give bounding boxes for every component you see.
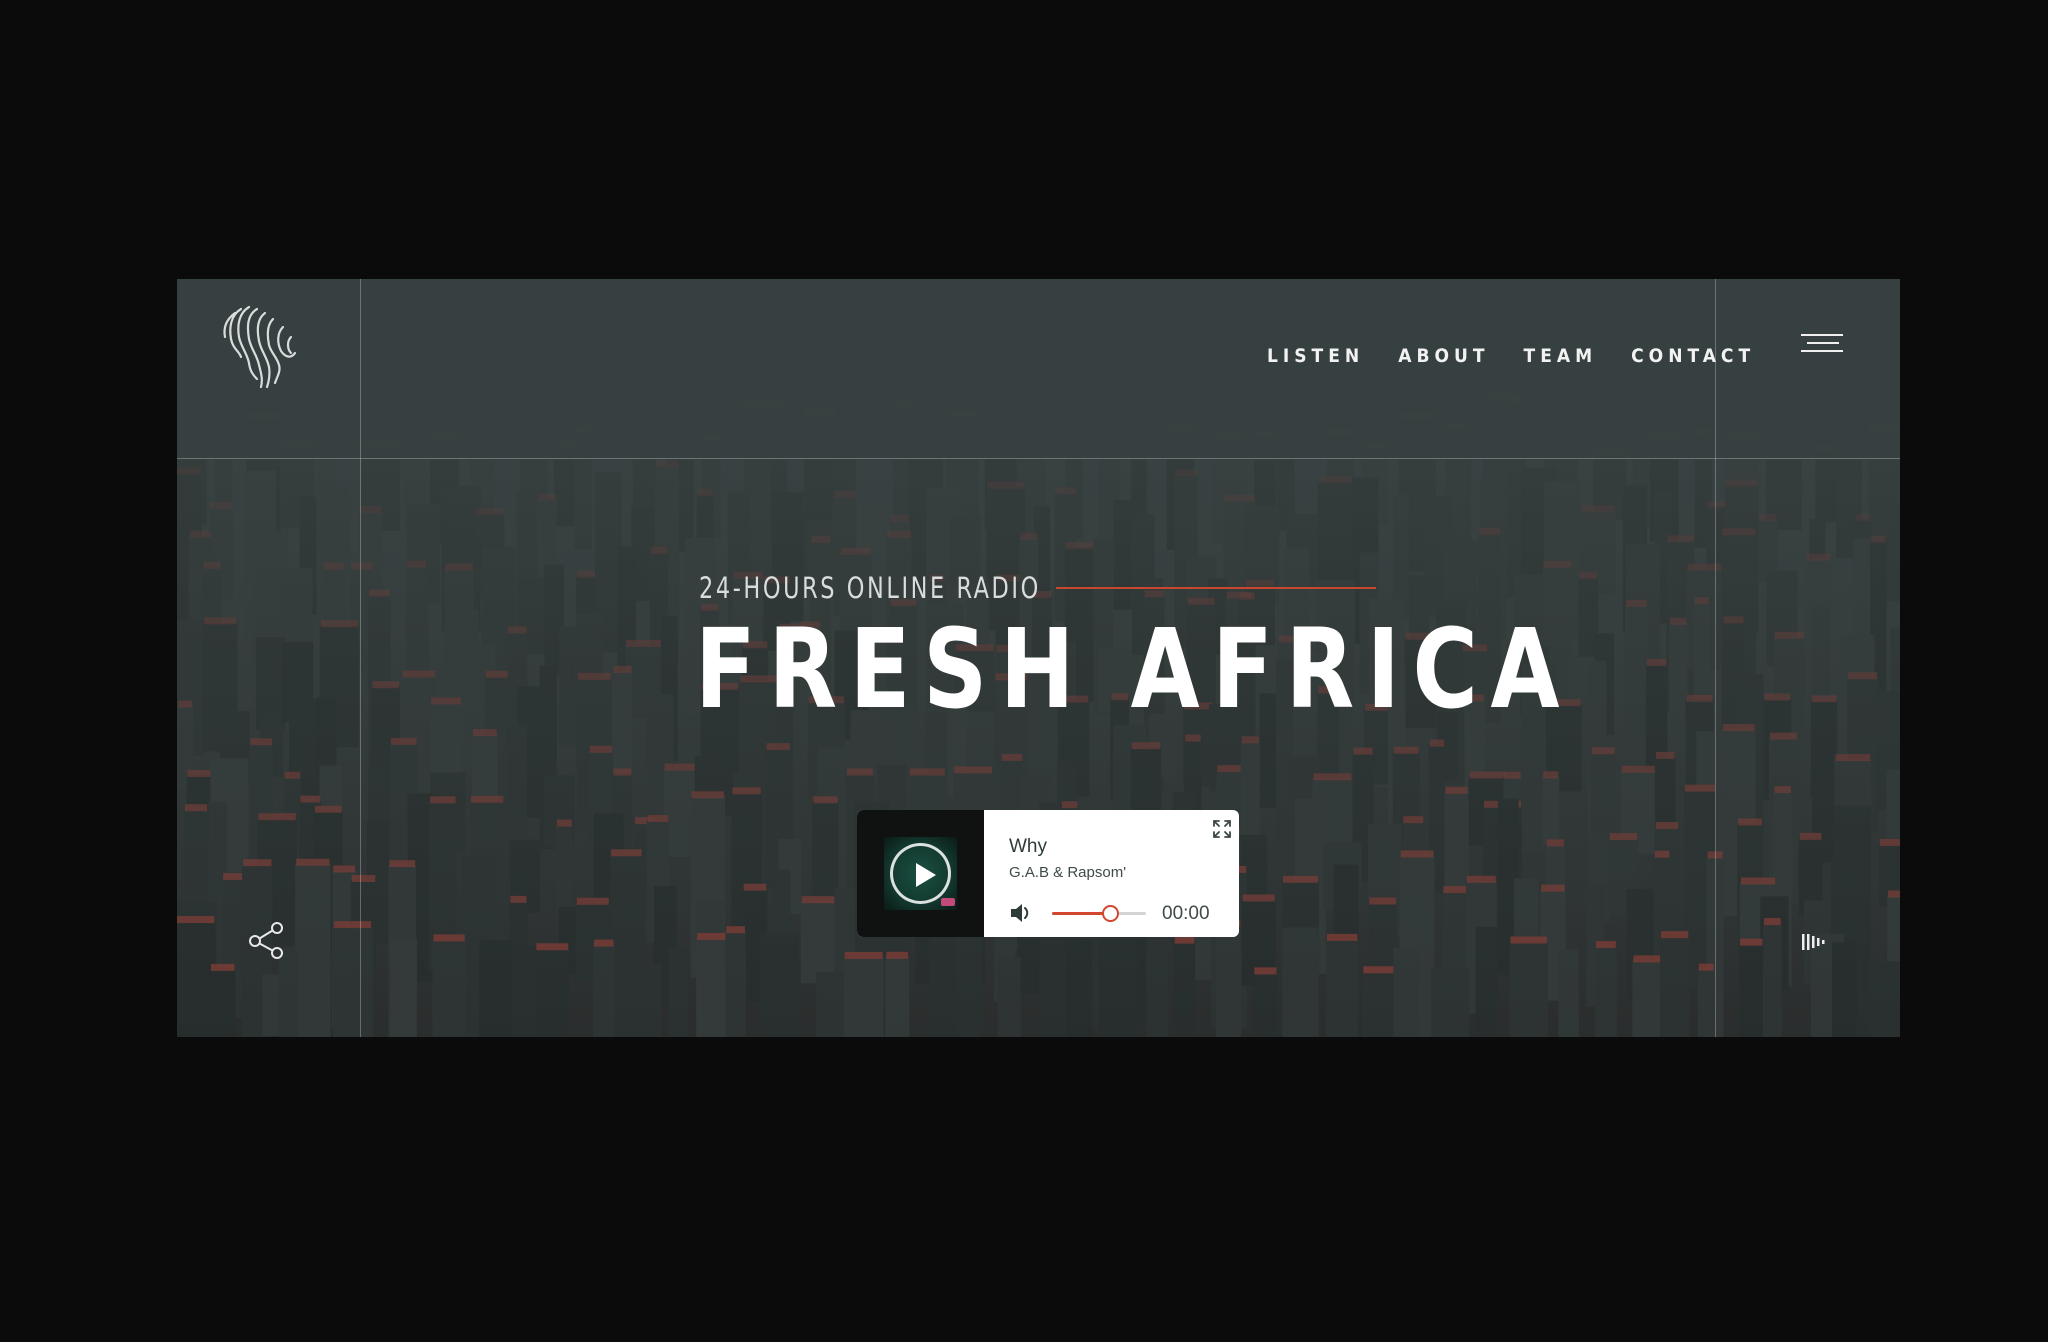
hero-title: FRESH AFRICA: [695, 605, 1572, 733]
left-divider: [360, 279, 361, 1037]
nav-contact[interactable]: CONTACT: [1631, 345, 1755, 367]
nav-listen[interactable]: LISTEN: [1267, 345, 1364, 367]
album-art-panel: [857, 810, 984, 937]
volume-slider[interactable]: [1052, 905, 1146, 922]
equalizer-icon[interactable]: [1801, 932, 1831, 952]
radio-player: Why G.A.B & Rapsom' 00:00: [857, 810, 1239, 937]
accent-rule: [1056, 587, 1376, 589]
hamburger-icon[interactable]: [1801, 334, 1843, 358]
hero-subtitle: 24-HOURS ONLINE RADIO: [699, 571, 1041, 605]
main-nav: LISTEN ABOUT TEAM CONTACT: [1267, 345, 1789, 367]
hero-frame: LISTEN ABOUT TEAM CONTACT 24-HOURS ONLIN…: [177, 279, 1900, 1037]
track-title: Why: [1009, 836, 1047, 857]
header-divider: [177, 458, 1900, 459]
play-icon[interactable]: [890, 843, 951, 904]
share-icon[interactable]: [247, 920, 287, 960]
speaker-icon[interactable]: [1009, 902, 1033, 924]
cover-badge: [941, 898, 955, 906]
nav-about[interactable]: ABOUT: [1398, 345, 1489, 367]
player-info: Why G.A.B & Rapsom' 00:00: [984, 810, 1239, 937]
expand-icon[interactable]: [1211, 818, 1233, 840]
volume-knob[interactable]: [1102, 905, 1120, 922]
nav-team[interactable]: TEAM: [1524, 345, 1598, 367]
track-artist: G.A.B & Rapsom': [1009, 864, 1127, 881]
playback-time: 00:00: [1162, 903, 1210, 924]
right-divider: [1715, 279, 1716, 1037]
africa-fingerprint-logo[interactable]: [217, 301, 309, 393]
